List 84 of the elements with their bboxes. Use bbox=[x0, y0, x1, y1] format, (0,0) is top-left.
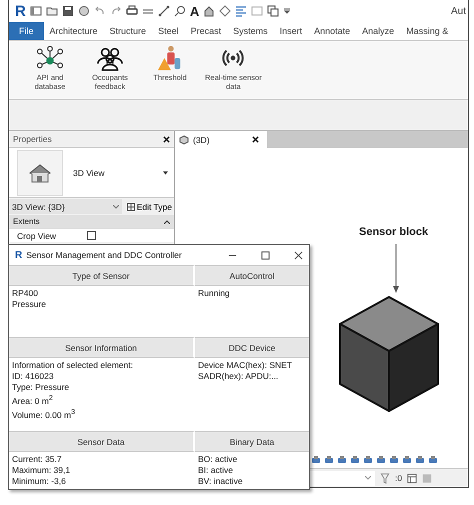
info-line: Minimum: -3,6 bbox=[12, 476, 67, 487]
app-logo: R bbox=[15, 250, 22, 260]
info-line: Maximum: 39,1 bbox=[12, 465, 72, 476]
view-tab[interactable]: (3D) bbox=[175, 131, 267, 148]
info-line: RP400 bbox=[12, 288, 39, 299]
info-line: Pressure bbox=[12, 299, 48, 310]
ribbon-tab[interactable]: Massing & bbox=[400, 22, 454, 40]
caret-icon bbox=[365, 476, 371, 480]
ribbon-tab[interactable]: Steel bbox=[152, 22, 185, 40]
info-line: Area: 0 m$^{2}$ bbox=[12, 393, 54, 407]
ribbon-tab[interactable]: Insert bbox=[274, 22, 308, 40]
list-icon[interactable] bbox=[235, 5, 248, 17]
people-icon bbox=[95, 45, 125, 71]
checkbox[interactable] bbox=[87, 231, 96, 240]
ribbon-tab[interactable]: Systems bbox=[227, 22, 274, 40]
cube-icon bbox=[179, 134, 189, 144]
panel-title: Properties bbox=[13, 134, 52, 144]
info-line: BI: active bbox=[198, 465, 234, 476]
view-control-icon[interactable] bbox=[324, 455, 334, 465]
collapse-icon[interactable] bbox=[164, 220, 170, 224]
view-control-icon[interactable] bbox=[428, 455, 438, 465]
column-header: Binary Data bbox=[195, 431, 309, 452]
windows-icon[interactable] bbox=[267, 5, 280, 17]
close-icon[interactable] bbox=[163, 136, 170, 142]
info-line: ID: 416023 bbox=[12, 371, 55, 382]
column-header: DDC Device bbox=[195, 337, 309, 358]
close-icon[interactable] bbox=[252, 136, 259, 143]
view-control-icon[interactable] bbox=[350, 455, 360, 465]
window-title: Aut bbox=[450, 6, 467, 16]
house-icon bbox=[28, 162, 52, 184]
view-control-icon[interactable] bbox=[363, 455, 373, 465]
info-line: SADR(hex): APDU:... bbox=[198, 371, 280, 382]
diamond-icon[interactable] bbox=[219, 5, 232, 17]
house-icon[interactable] bbox=[203, 5, 216, 17]
view-control-icon[interactable] bbox=[311, 455, 321, 465]
column-header: Type of Sensor bbox=[9, 265, 195, 286]
dimension-icon[interactable] bbox=[158, 5, 170, 17]
selection-count: :0 bbox=[395, 473, 402, 483]
type-name: 3D View bbox=[73, 168, 104, 178]
info-line: Volume: 0.00 m$^{3}$ bbox=[12, 406, 76, 421]
ribbon-tab[interactable]: File bbox=[9, 22, 44, 40]
view-dropdown[interactable]: 3D View: {3D} bbox=[9, 199, 122, 214]
text-tool[interactable]: A bbox=[190, 4, 200, 18]
table-icon[interactable] bbox=[407, 472, 418, 484]
category-heading: Extents bbox=[13, 217, 40, 226]
view-control-icon[interactable] bbox=[402, 455, 412, 465]
dialog-title: Sensor Management and DDC Controller bbox=[26, 250, 183, 260]
close-icon[interactable] bbox=[294, 250, 303, 260]
ribbon-tab[interactable]: Annotate bbox=[308, 22, 356, 40]
column-header: Sensor Information bbox=[9, 337, 195, 358]
view-control-icon[interactable] bbox=[389, 455, 399, 465]
view-control-icon[interactable] bbox=[337, 455, 347, 465]
info-line: BV: inactive bbox=[198, 476, 244, 487]
filter-icon[interactable] bbox=[380, 472, 390, 484]
grid-icon bbox=[126, 202, 135, 210]
view-control-icon[interactable] bbox=[376, 455, 386, 465]
print-icon[interactable] bbox=[126, 5, 138, 17]
folder-icon[interactable] bbox=[46, 5, 58, 17]
save-icon[interactable] bbox=[62, 5, 74, 17]
info-line: Information of selected element: bbox=[12, 360, 134, 371]
ribbon-tab[interactable]: Analyze bbox=[356, 22, 400, 40]
app-logo[interactable]: R bbox=[15, 2, 26, 20]
arrow bbox=[392, 244, 400, 294]
ribbon-tab[interactable]: Architecture bbox=[44, 22, 104, 40]
panel-icon[interactable] bbox=[30, 5, 42, 17]
caret-icon[interactable] bbox=[163, 170, 168, 174]
property-label: Crop View bbox=[16, 230, 58, 240]
ribbon-tab[interactable]: Structure bbox=[104, 22, 152, 40]
network-icon bbox=[35, 45, 65, 71]
view-control-icon[interactable] bbox=[415, 455, 425, 465]
annotation-label: Sensor block bbox=[359, 226, 428, 238]
column-header: AutoControl bbox=[195, 265, 309, 286]
column-header: Sensor Data bbox=[9, 431, 195, 452]
dropdown-icon[interactable] bbox=[283, 7, 292, 15]
maximize-icon[interactable] bbox=[261, 250, 270, 260]
info-line: Current: 35.7 bbox=[12, 454, 63, 465]
caret-icon bbox=[112, 204, 119, 208]
info-line: Device MAC(hex): SNET bbox=[198, 360, 293, 371]
ribbon-tab[interactable]: Precast bbox=[184, 22, 228, 40]
info-line: Type: Pressure bbox=[12, 382, 70, 393]
info-line: BO: active bbox=[198, 454, 238, 465]
undo-icon[interactable] bbox=[94, 5, 106, 17]
info-line: Running bbox=[198, 288, 231, 299]
edit-type-button[interactable]: Edit Type bbox=[124, 202, 174, 212]
